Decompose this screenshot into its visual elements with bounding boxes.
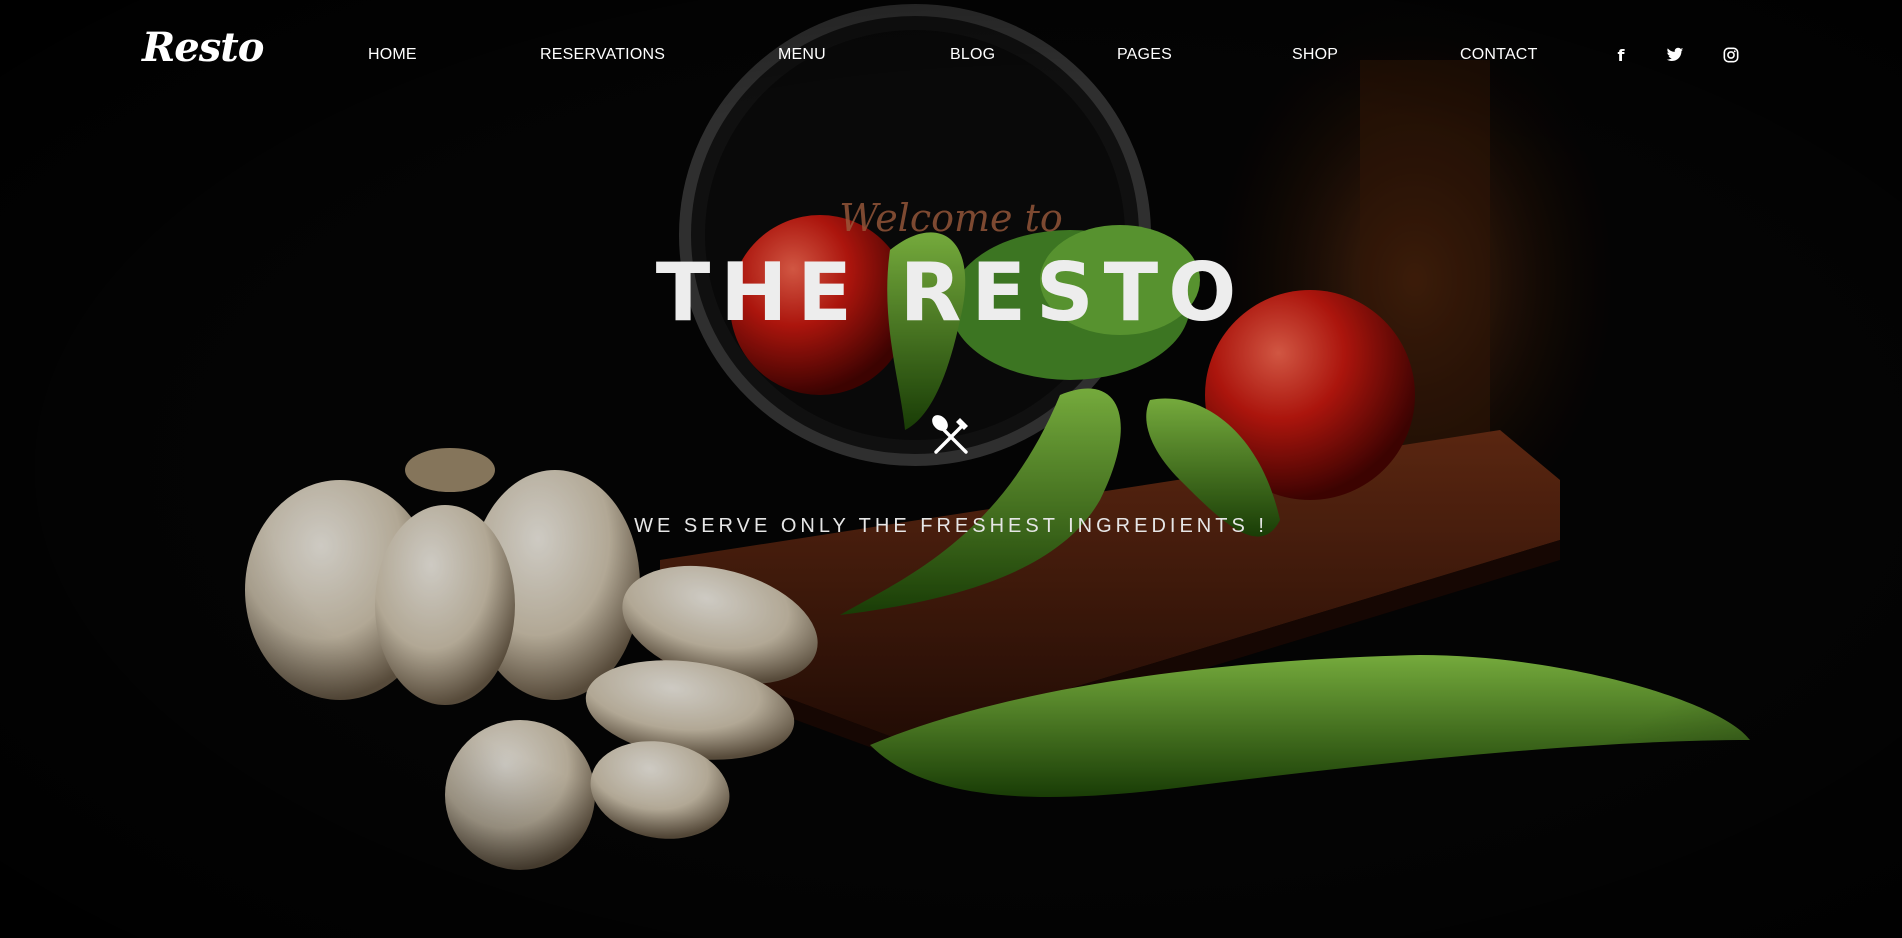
instagram-icon[interactable] bbox=[1720, 44, 1742, 66]
site-header: Resto HOME RESERVATIONS MENU BLOG PAGES … bbox=[0, 0, 1902, 110]
facebook-icon-glyph: f bbox=[1617, 45, 1625, 65]
spoon-knife-icon bbox=[932, 415, 968, 454]
nav-item-contact[interactable]: CONTACT bbox=[1460, 46, 1538, 64]
nav-item-menu[interactable]: MENU bbox=[778, 46, 826, 64]
hero-tagline: WE SERVE ONLY THE FRESHEST INGREDIENTS ! bbox=[634, 515, 1268, 537]
site-logo[interactable]: Resto bbox=[142, 24, 264, 71]
nav-item-reservations[interactable]: RESERVATIONS bbox=[540, 46, 665, 64]
welcome-script-text: Welcome to bbox=[839, 196, 1063, 240]
instagram-icon-svg bbox=[1723, 47, 1739, 63]
twitter-icon-svg bbox=[1666, 47, 1684, 61]
hero-title: THE RESTO bbox=[655, 246, 1247, 339]
nav-item-shop[interactable]: SHOP bbox=[1292, 46, 1338, 64]
nav-item-home[interactable]: HOME bbox=[368, 46, 417, 64]
twitter-icon[interactable] bbox=[1664, 44, 1686, 66]
hero-background-image bbox=[0, 0, 1902, 938]
nav-item-pages[interactable]: PAGES bbox=[1117, 46, 1172, 64]
nav-item-blog[interactable]: BLOG bbox=[950, 46, 995, 64]
hero-section bbox=[0, 0, 1902, 938]
facebook-icon[interactable]: f bbox=[1610, 44, 1632, 66]
